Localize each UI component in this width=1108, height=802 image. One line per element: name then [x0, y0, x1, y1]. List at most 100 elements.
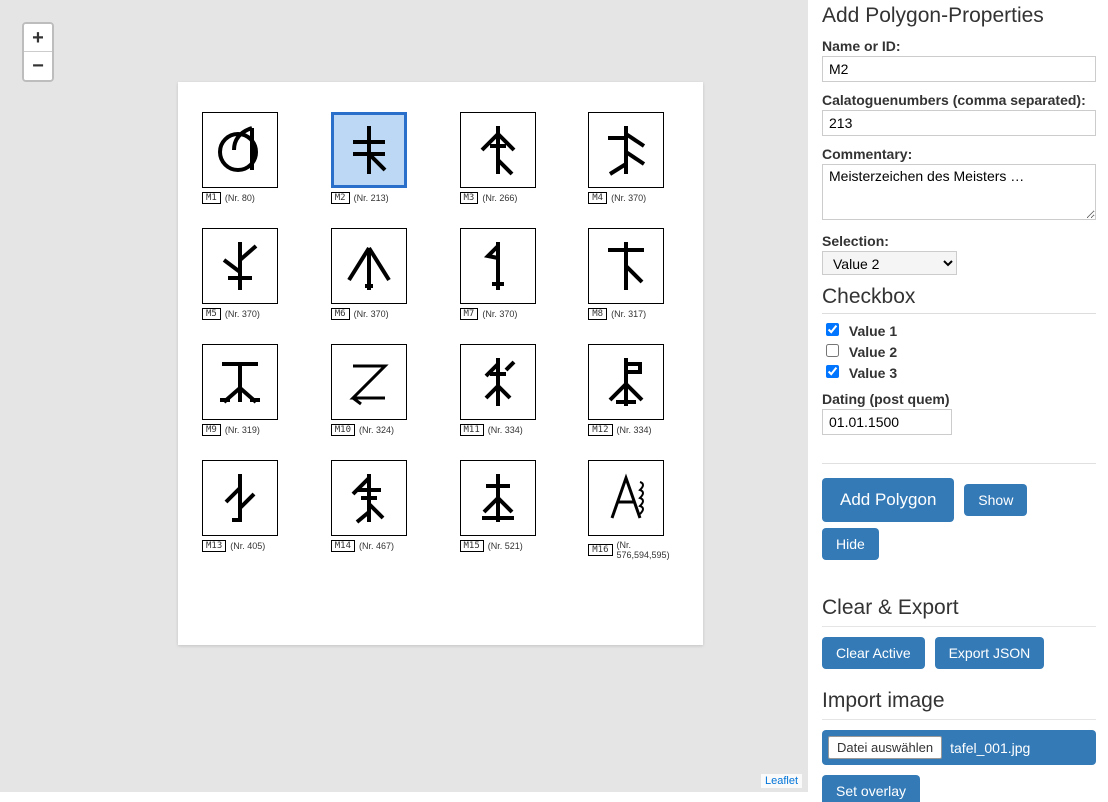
mark-id: M7 — [460, 308, 479, 320]
file-input-row[interactable]: Datei auswählen tafel_001.jpg — [822, 730, 1096, 765]
mark-box[interactable] — [588, 228, 664, 304]
mark-box[interactable] — [331, 344, 407, 420]
mark-cell[interactable]: M11(Nr. 334) — [460, 344, 551, 436]
mark-box[interactable] — [202, 344, 278, 420]
commentary-textarea[interactable] — [822, 164, 1096, 220]
mark-cell[interactable]: M10(Nr. 324) — [331, 344, 422, 436]
checkbox-input[interactable] — [826, 365, 839, 378]
checkbox-input[interactable] — [826, 323, 839, 336]
zoom-in-button[interactable]: + — [24, 24, 52, 52]
mark-caption: M10(Nr. 324) — [331, 424, 422, 436]
sidebar: Add Polygon-Properties Name or ID: Calat… — [818, 0, 1108, 802]
mark-caption: M6 (Nr. 370) — [331, 308, 422, 320]
mark-nr: (Nr. 370) — [354, 309, 389, 319]
file-name-label: tafel_001.jpg — [950, 740, 1030, 756]
mark-caption: M7(Nr. 370) — [460, 308, 551, 320]
set-overlay-button[interactable]: Set overlay — [822, 775, 920, 802]
mark-cell[interactable]: M13 (Nr. 405) — [202, 460, 293, 560]
mark-cell[interactable]: M16(Nr. 576,594,595) — [588, 460, 679, 560]
mark-cell[interactable]: M14(Nr. 467) — [331, 460, 422, 560]
catnum-input[interactable] — [822, 110, 1096, 136]
selection-select[interactable]: Value 2 — [822, 251, 957, 275]
mark-id: M8 — [588, 308, 607, 320]
name-input[interactable] — [822, 56, 1096, 82]
export-json-button[interactable]: Export JSON — [935, 637, 1045, 669]
mark-id: M6 — [331, 308, 350, 320]
mark-caption: M12(Nr. 334) — [588, 424, 679, 436]
commentary-label: Commentary: — [822, 146, 1096, 162]
mark-caption: M15 (Nr. 521) — [460, 540, 551, 552]
checkbox-label[interactable]: Value 1 — [822, 323, 897, 339]
divider — [822, 463, 1096, 464]
leaflet-attribution[interactable]: Leaflet — [761, 774, 802, 788]
mark-nr: (Nr. 405) — [230, 541, 265, 551]
mark-cell[interactable]: M9 (Nr. 319) — [202, 344, 293, 436]
mark-id: M13 — [202, 540, 226, 552]
mark-box[interactable] — [460, 344, 536, 420]
mark-box[interactable] — [331, 228, 407, 304]
mark-nr: (Nr. 370) — [225, 309, 260, 319]
zoom-out-button[interactable]: − — [24, 52, 52, 80]
mark-nr: (Nr. 319) — [225, 425, 260, 435]
image-sheet: M1(Nr. 80) M2 (Nr. 213) M3(Nr. 266) M4 (Nr. 3… — [178, 82, 703, 645]
catnum-label: Calatoguenumbers (comma separated): — [822, 92, 1096, 108]
zoom-control: + − — [22, 22, 54, 82]
clear-active-button[interactable]: Clear Active — [822, 637, 925, 669]
mark-cell[interactable]: M4 (Nr. 370) — [588, 112, 679, 204]
mark-nr: (Nr. 370) — [611, 193, 646, 203]
mark-box[interactable] — [202, 228, 278, 304]
mark-id: M2 — [331, 192, 350, 204]
mark-box[interactable] — [460, 228, 536, 304]
mark-box[interactable] — [460, 460, 536, 536]
mark-nr: (Nr. 266) — [482, 193, 517, 203]
mark-cell[interactable]: M8(Nr. 317) — [588, 228, 679, 320]
mark-caption: M13 (Nr. 405) — [202, 540, 293, 552]
mark-box[interactable] — [588, 460, 664, 536]
mark-box[interactable] — [588, 344, 664, 420]
form-heading: Add Polygon-Properties — [822, 4, 1096, 28]
mark-nr: (Nr. 467) — [359, 541, 394, 551]
mark-box[interactable] — [202, 112, 278, 188]
mark-caption: M4 (Nr. 370) — [588, 192, 679, 204]
name-label: Name or ID: — [822, 38, 1096, 54]
checkbox-label[interactable]: Value 3 — [822, 365, 897, 381]
checkbox-input[interactable] — [826, 344, 839, 357]
mark-id: M1 — [202, 192, 221, 204]
mark-cell[interactable]: M5(Nr. 370) — [202, 228, 293, 320]
mark-nr: (Nr. 521) — [488, 541, 523, 551]
mark-id: M9 — [202, 424, 221, 436]
mark-caption: M3(Nr. 266) — [460, 192, 551, 204]
mark-box[interactable] — [588, 112, 664, 188]
mark-nr: (Nr. 576,594,595) — [617, 540, 679, 560]
mark-cell[interactable]: M6 (Nr. 370) — [331, 228, 422, 320]
mark-caption: M9 (Nr. 319) — [202, 424, 293, 436]
mark-cell[interactable]: M12(Nr. 334) — [588, 344, 679, 436]
mark-cell[interactable]: M7(Nr. 370) — [460, 228, 551, 320]
mark-caption: M14(Nr. 467) — [331, 540, 422, 552]
mark-box[interactable] — [331, 112, 407, 188]
mark-id: M10 — [331, 424, 355, 436]
mark-nr: (Nr. 334) — [488, 425, 523, 435]
mark-id: M4 — [588, 192, 607, 204]
mark-cell[interactable]: M3(Nr. 266) — [460, 112, 551, 204]
clear-export-heading: Clear & Export — [822, 596, 1096, 627]
mark-caption: M16(Nr. 576,594,595) — [588, 540, 679, 560]
mark-nr: (Nr. 213) — [354, 193, 389, 203]
mark-cell[interactable]: M2 (Nr. 213) — [331, 112, 422, 204]
hide-button[interactable]: Hide — [822, 528, 879, 560]
selection-label: Selection: — [822, 233, 1096, 249]
mark-id: M15 — [460, 540, 484, 552]
mark-box[interactable] — [460, 112, 536, 188]
mark-caption: M1(Nr. 80) — [202, 192, 293, 204]
mark-box[interactable] — [202, 460, 278, 536]
dating-input[interactable] — [822, 409, 952, 435]
mark-cell[interactable]: M1(Nr. 80) — [202, 112, 293, 204]
show-button[interactable]: Show — [964, 484, 1027, 516]
map-viewport[interactable]: + − M1(Nr. 80) M2 (Nr. 213) M3(Nr. 266) M4 (N… — [0, 0, 808, 792]
file-choose-button[interactable]: Datei auswählen — [828, 736, 942, 759]
checkbox-row: Value 3 — [822, 362, 1096, 381]
checkbox-label[interactable]: Value 2 — [822, 344, 897, 360]
mark-cell[interactable]: M15 (Nr. 521) — [460, 460, 551, 560]
mark-box[interactable] — [331, 460, 407, 536]
add-polygon-button[interactable]: Add Polygon — [822, 478, 954, 522]
